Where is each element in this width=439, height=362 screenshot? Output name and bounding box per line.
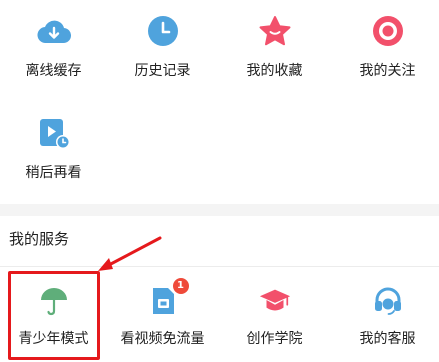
favorites-label: 我的收藏 [246, 63, 303, 79]
free-data-label: 看视频免流量 [120, 331, 205, 347]
watch-later-icon [37, 116, 71, 150]
follow-target-icon [371, 14, 405, 48]
following-label: 我的关注 [359, 63, 416, 79]
free-data-button[interactable]: 1 看视频免流量 [108, 278, 217, 347]
clock-icon [146, 14, 180, 48]
headset-icon [371, 284, 405, 318]
following-button[interactable]: 我的关注 [333, 14, 439, 79]
favorites-button[interactable]: 我的收藏 [220, 14, 329, 79]
offline-cache-label: 离线缓存 [25, 63, 82, 79]
watch-later-label: 稍后再看 [25, 165, 82, 181]
star-icon [258, 14, 292, 48]
customer-service-label: 我的客服 [359, 331, 416, 347]
services-section-title: 我的服务 [9, 230, 70, 248]
creator-academy-label: 创作学院 [246, 331, 303, 347]
watch-later-button[interactable]: 稍后再看 [0, 116, 108, 181]
history-label: 历史记录 [134, 63, 191, 79]
teen-mode-highlight-box [8, 271, 100, 360]
cloud-download-icon [37, 14, 71, 48]
notification-badge: 1 [172, 278, 189, 294]
customer-service-button[interactable]: 我的客服 [333, 284, 439, 347]
creator-academy-button[interactable]: 创作学院 [220, 284, 329, 347]
offline-cache-button[interactable]: 离线缓存 [0, 14, 108, 79]
sim-card-icon: 1 [146, 278, 189, 318]
section-separator [0, 266, 439, 267]
history-button[interactable]: 历史记录 [108, 14, 217, 79]
section-divider [0, 204, 439, 216]
graduation-cap-icon [258, 284, 292, 318]
